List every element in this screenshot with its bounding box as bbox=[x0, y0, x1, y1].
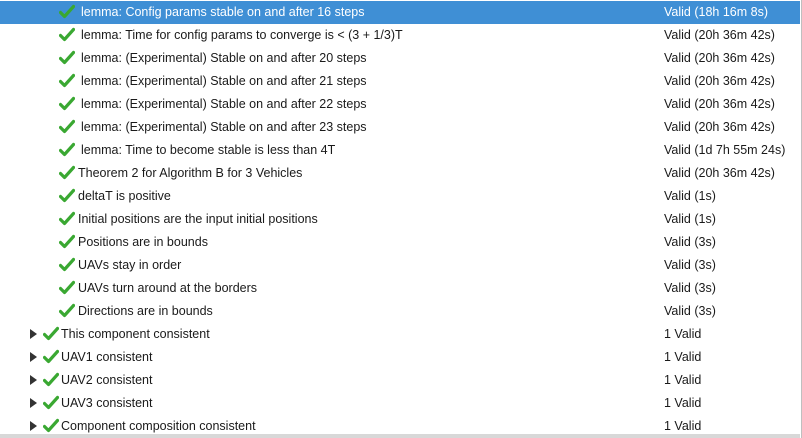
row-status: Valid (1s) bbox=[664, 189, 716, 203]
checkmark-icon bbox=[59, 211, 75, 226]
tree-row[interactable]: Theorem 2 for Algorithm B for 3 Vehicles… bbox=[0, 162, 800, 185]
tree-row[interactable]: lemma: (Experimental) Stable on and afte… bbox=[0, 93, 800, 116]
row-status: Valid (3s) bbox=[664, 235, 716, 249]
row-status: 1 Valid bbox=[664, 373, 702, 387]
tree-row[interactable]: lemma: (Experimental) Stable on and afte… bbox=[0, 116, 800, 139]
expand-arrow-icon[interactable] bbox=[30, 398, 37, 408]
checkmark-icon bbox=[59, 303, 75, 318]
tree-row[interactable]: UAVs turn around at the borders Valid (3s… bbox=[0, 277, 800, 300]
checkmark-icon bbox=[59, 165, 75, 180]
row-status: Valid (20h 36m 42s) bbox=[664, 120, 775, 134]
row-label: UAVs stay in order bbox=[78, 258, 182, 272]
row-label: lemma: (Experimental) Stable on and afte… bbox=[81, 51, 367, 65]
checkmark-icon bbox=[43, 395, 59, 410]
row-label: UAV1 consistent bbox=[61, 350, 153, 364]
checkmark-icon bbox=[43, 349, 59, 364]
row-status: Valid (3s) bbox=[664, 304, 716, 318]
row-label: deltaT is positive bbox=[78, 189, 171, 203]
checkmark-icon bbox=[59, 96, 75, 111]
row-status: Valid (1d 7h 55m 24s) bbox=[664, 143, 786, 157]
row-label: Directions are in bounds bbox=[78, 304, 213, 318]
horizontal-scrollbar[interactable] bbox=[0, 434, 800, 438]
row-label: UAV3 consistent bbox=[61, 396, 153, 410]
row-label: Theorem 2 for Algorithm B for 3 Vehicles bbox=[78, 166, 303, 180]
row-status: Valid (20h 36m 42s) bbox=[664, 97, 775, 111]
row-status: Valid (1s) bbox=[664, 212, 716, 226]
row-status: Valid (20h 36m 42s) bbox=[664, 51, 775, 65]
checkmark-icon bbox=[59, 119, 75, 134]
checkmark-icon bbox=[59, 188, 75, 203]
tree-row[interactable]: UAV3 consistent 1 Valid bbox=[0, 392, 800, 415]
row-label: Initial positions are the input initial … bbox=[78, 212, 318, 226]
tree-row[interactable]: UAV1 consistent 1 Valid bbox=[0, 346, 800, 369]
checkmark-icon bbox=[59, 142, 75, 157]
row-status: Valid (20h 36m 42s) bbox=[664, 166, 775, 180]
checkmark-icon bbox=[43, 326, 59, 341]
tree-row[interactable]: lemma: Config params stable on and after… bbox=[0, 1, 800, 24]
tree-row[interactable]: UAVs stay in order Valid (3s) bbox=[0, 254, 800, 277]
row-status: 1 Valid bbox=[664, 419, 702, 433]
row-status: 1 Valid bbox=[664, 350, 702, 364]
expand-arrow-icon[interactable] bbox=[30, 375, 37, 385]
tree-row[interactable]: lemma: (Experimental) Stable on and afte… bbox=[0, 70, 800, 93]
row-label: lemma: (Experimental) Stable on and afte… bbox=[81, 120, 367, 134]
row-status: Valid (20h 36m 42s) bbox=[664, 74, 775, 88]
tree-row[interactable]: This component consistent 1 Valid bbox=[0, 323, 800, 346]
row-label: lemma: (Experimental) Stable on and afte… bbox=[81, 74, 367, 88]
row-label: Component composition consistent bbox=[61, 419, 256, 433]
row-label: UAV2 consistent bbox=[61, 373, 153, 387]
row-label: lemma: Time for config params to converg… bbox=[81, 28, 403, 42]
row-status: 1 Valid bbox=[664, 396, 702, 410]
row-status: Valid (3s) bbox=[664, 281, 716, 295]
checkmark-icon bbox=[59, 27, 75, 42]
row-label: UAVs turn around at the borders bbox=[78, 281, 258, 295]
checkmark-icon bbox=[59, 280, 75, 295]
checkmark-icon bbox=[43, 372, 59, 387]
tree-row[interactable]: lemma: Time to become stable is less tha… bbox=[0, 139, 800, 162]
row-status: Valid (20h 36m 42s) bbox=[664, 28, 775, 42]
row-label: This component consistent bbox=[61, 327, 210, 341]
tree-row[interactable]: Positions are in bounds Valid (3s) bbox=[0, 231, 800, 254]
verification-results-tree: lemma: Config params stable on and after… bbox=[0, 0, 802, 438]
row-status: Valid (18h 16m 8s) bbox=[664, 5, 768, 19]
tree-row[interactable]: Initial positions are the input initial … bbox=[0, 208, 800, 231]
tree-row[interactable]: deltaT is positive Valid (1s) bbox=[0, 185, 800, 208]
expand-arrow-icon[interactable] bbox=[30, 329, 37, 339]
tree-row[interactable]: lemma: (Experimental) Stable on and afte… bbox=[0, 47, 800, 70]
row-status: 1 Valid bbox=[664, 327, 702, 341]
row-label: lemma: Config params stable on and after… bbox=[81, 5, 365, 19]
row-label: Positions are in bounds bbox=[78, 235, 208, 249]
row-status: Valid (3s) bbox=[664, 258, 716, 272]
expand-arrow-icon[interactable] bbox=[30, 421, 37, 431]
tree-row[interactable]: lemma: Time for config params to converg… bbox=[0, 24, 800, 47]
checkmark-icon bbox=[43, 418, 59, 433]
row-label: lemma: Time to become stable is less tha… bbox=[81, 143, 336, 157]
checkmark-icon bbox=[59, 50, 75, 65]
checkmark-icon bbox=[59, 234, 75, 249]
tree-row[interactable]: UAV2 consistent 1 Valid bbox=[0, 369, 800, 392]
checkmark-icon bbox=[59, 4, 75, 19]
checkmark-icon bbox=[59, 73, 75, 88]
row-label: lemma: (Experimental) Stable on and afte… bbox=[81, 97, 367, 111]
tree-row[interactable]: Directions are in bounds Valid (3s) bbox=[0, 300, 800, 323]
expand-arrow-icon[interactable] bbox=[30, 352, 37, 362]
checkmark-icon bbox=[59, 257, 75, 272]
